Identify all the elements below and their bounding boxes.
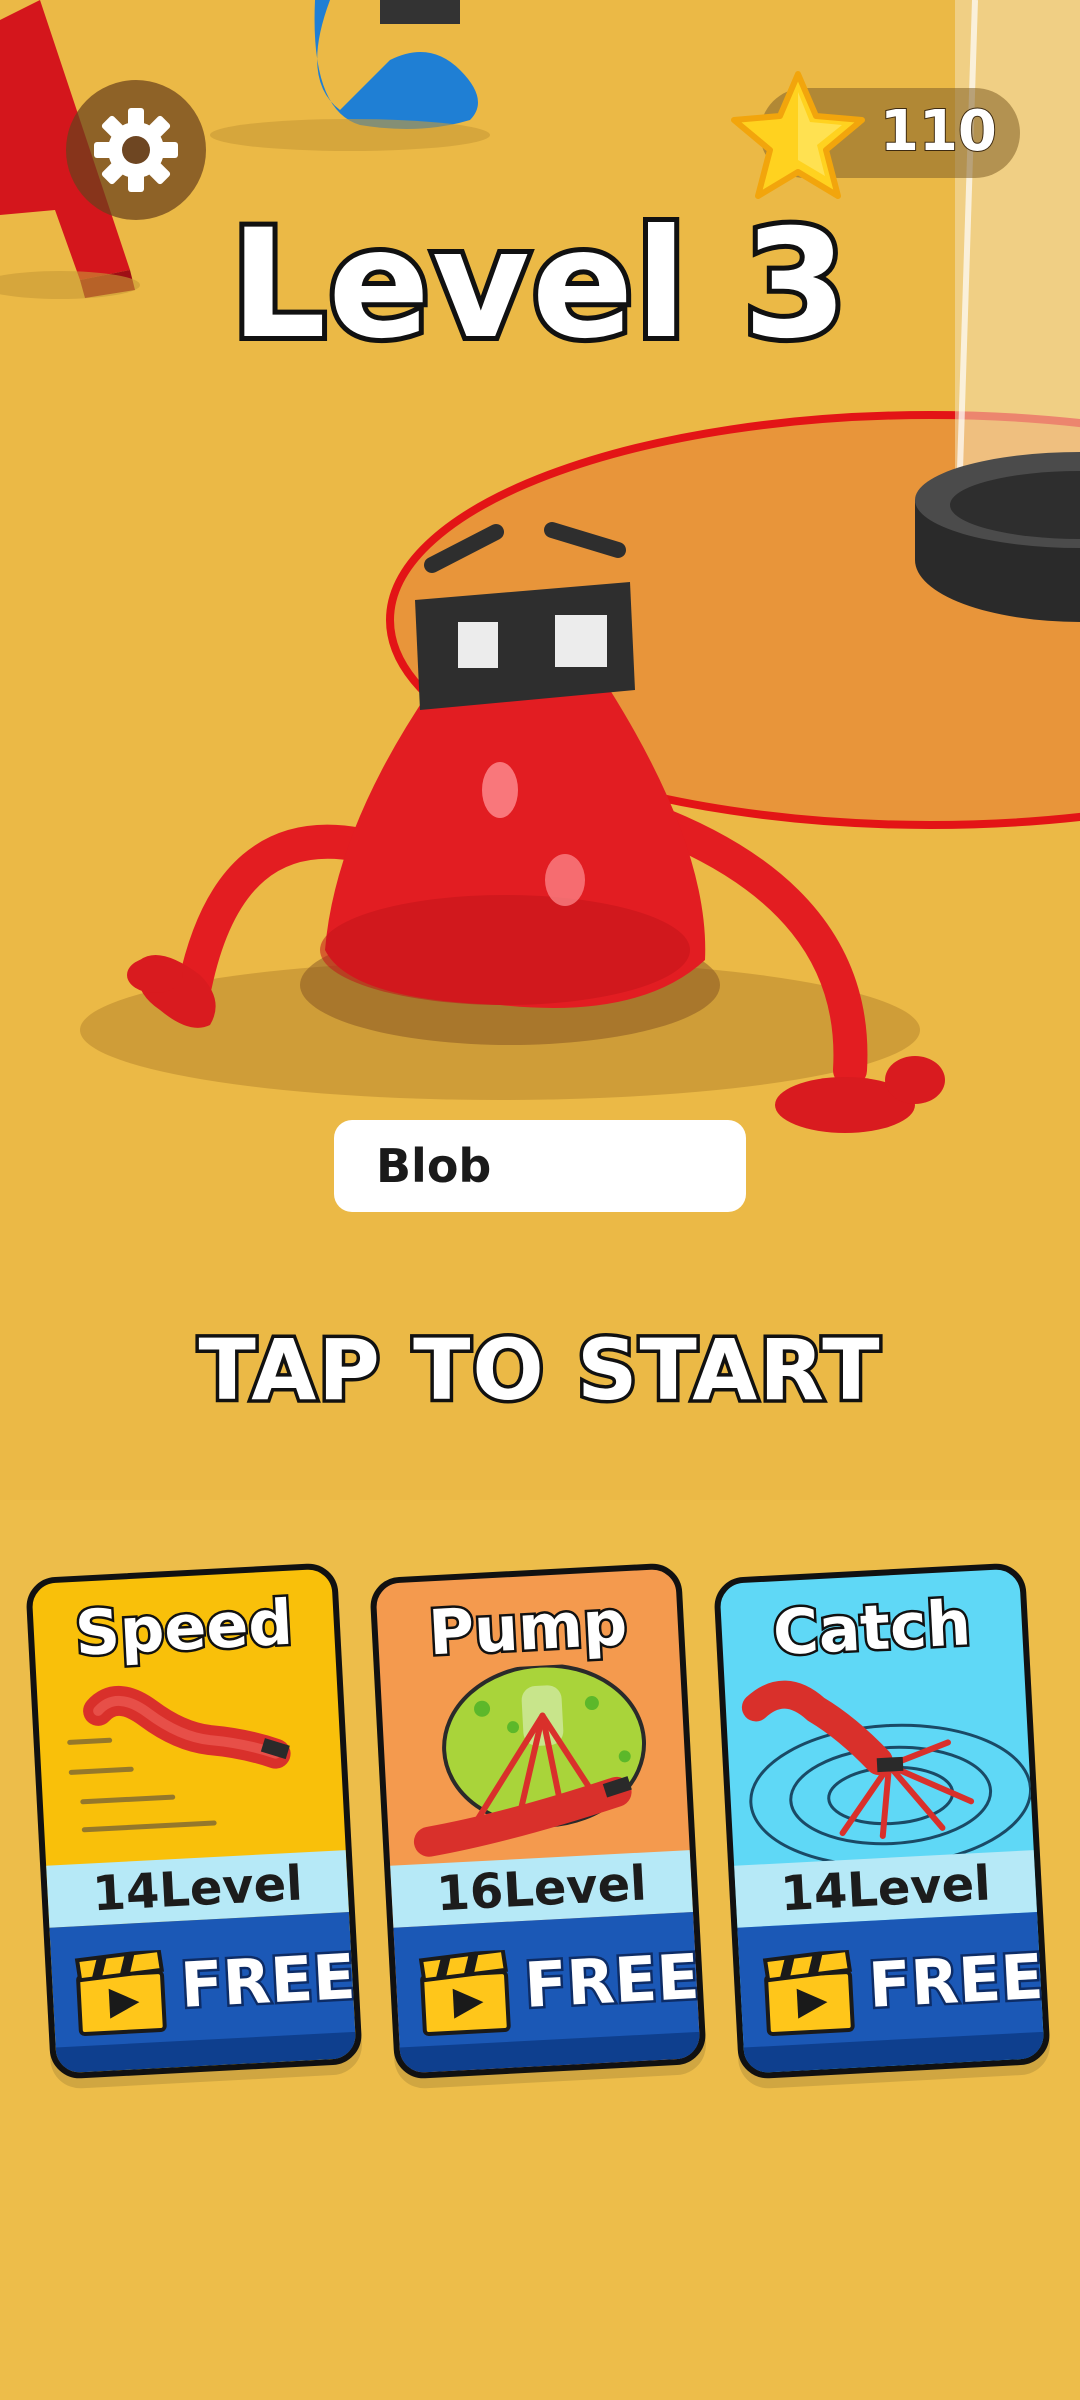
free-upgrade-button[interactable]: FREE bbox=[49, 1912, 360, 2074]
video-ad-icon bbox=[74, 1949, 167, 2037]
upgrade-title: Catch bbox=[769, 1584, 975, 1672]
catch-worm-illustration bbox=[741, 1680, 1033, 1866]
upgrade-card-pump[interactable]: Pump 16Level FREE bbox=[369, 1562, 707, 2080]
upgrade-card-speed[interactable]: Speed 14Level FREE bbox=[25, 1562, 363, 2080]
letter-block-c bbox=[210, 0, 490, 151]
settings-button[interactable] bbox=[66, 80, 206, 220]
gear-icon bbox=[94, 108, 178, 192]
upgrade-title: Pump bbox=[424, 1584, 631, 1672]
free-upgrade-button[interactable]: FREE bbox=[393, 1912, 704, 2074]
video-ad-icon bbox=[762, 1949, 855, 2037]
pump-worm-illustration bbox=[413, 1663, 647, 1857]
star-icon bbox=[731, 71, 865, 199]
free-upgrade-button[interactable]: FREE bbox=[737, 1912, 1048, 2074]
level-title: Level 3 bbox=[226, 195, 853, 375]
free-label: FREE bbox=[176, 1937, 359, 2024]
video-ad-icon bbox=[418, 1949, 511, 2037]
coin-count: 110 bbox=[879, 98, 998, 165]
character-name: Blob bbox=[376, 1139, 492, 1193]
tap-to-start-prompt[interactable]: TAP TO START bbox=[0, 1318, 1080, 1423]
free-label: FREE bbox=[520, 1937, 703, 2024]
upgrade-title: Speed bbox=[71, 1583, 297, 1672]
character-name-field[interactable]: Blob bbox=[334, 1120, 746, 1212]
speed-worm-illustration bbox=[67, 1685, 291, 1833]
upgrade-card-catch[interactable]: Catch 14Level FREE bbox=[713, 1562, 1051, 2080]
free-label: FREE bbox=[864, 1937, 1047, 2024]
